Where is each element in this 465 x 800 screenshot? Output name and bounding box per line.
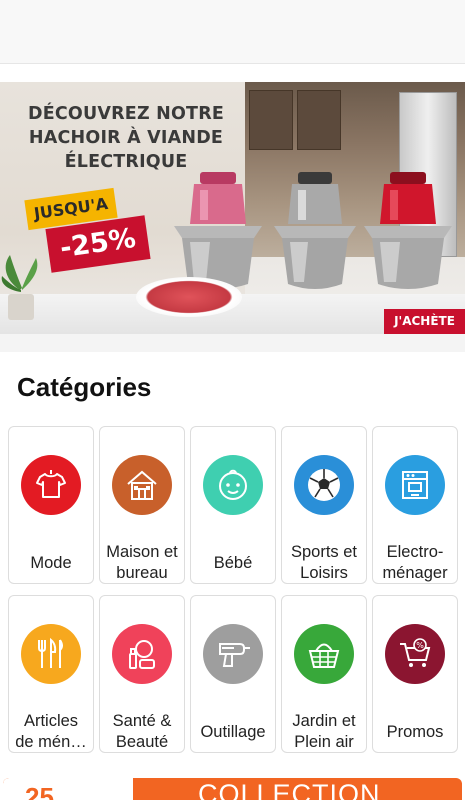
category-label: Santé & Beauté — [100, 711, 184, 753]
kitchen-cabinet — [249, 90, 293, 150]
house-icon — [112, 455, 172, 515]
category-tile-bebe[interactable]: Bébé — [190, 426, 276, 584]
category-label-line1: Sports et — [290, 543, 358, 561]
category-label-line1: Jardin et — [292, 712, 356, 730]
plant-image — [1, 255, 38, 320]
category-label-line1: Maison et — [106, 543, 178, 561]
red-mincer-image — [364, 172, 452, 289]
category-label-line1: Santé & — [112, 712, 172, 730]
basket-icon — [294, 624, 354, 684]
collection-promo-banner[interactable]: 25 COLLECTION — [3, 778, 462, 800]
tshirt-icon — [21, 455, 81, 515]
category-label: Bébé — [213, 554, 253, 572]
category-label-line2: de mén… — [15, 733, 87, 751]
banner-headline-line3: ÉLECTRIQUE — [64, 152, 188, 172]
beauty-icon — [112, 624, 172, 684]
promo-strip-title: COLLECTION — [198, 779, 381, 800]
promo-strip-badge — [3, 778, 133, 800]
spacer — [0, 65, 465, 82]
category-tile-promos[interactable]: % Promos — [372, 595, 458, 753]
category-label: Maison et bureau — [100, 542, 184, 584]
banner-headline-line2: HACHOIR À VIANDE — [28, 128, 224, 148]
category-label: Mode — [30, 554, 72, 572]
category-label: Promos — [386, 723, 444, 741]
baby-face-icon — [203, 455, 263, 515]
promo-strip-number: 25 — [25, 782, 54, 800]
category-label: Jardin et Plein air — [282, 711, 366, 753]
category-label-line2: Plein air — [294, 733, 354, 751]
category-label: Articles de mén… — [9, 711, 93, 753]
category-label-line2: Loisirs — [300, 564, 348, 582]
category-label-line2: ménager — [382, 564, 448, 582]
category-label-line2: Beauté — [115, 733, 169, 751]
minced-meat-image — [136, 277, 242, 317]
category-tile-maison[interactable]: Maison et bureau — [99, 426, 185, 584]
category-tile-sports[interactable]: Sports et Loisirs — [281, 426, 367, 584]
drill-icon — [203, 624, 263, 684]
category-label: Electro- ménager — [373, 542, 457, 584]
app-top-bar — [0, 0, 465, 64]
hero-banner[interactable]: DÉCOUVREZ NOTRE HACHOIR À VIANDE ÉLECTRI… — [0, 82, 465, 334]
svg-text:%: % — [416, 641, 424, 650]
categories-title: Catégories — [17, 372, 152, 402]
category-tile-sante-beaute[interactable]: Santé & Beauté — [99, 595, 185, 753]
category-tile-electromenager[interactable]: Electro- ménager — [372, 426, 458, 584]
section-divider — [0, 334, 465, 352]
category-tile-outillage[interactable]: Outillage — [190, 595, 276, 753]
soccer-ball-icon — [294, 455, 354, 515]
category-label: Outillage — [200, 723, 266, 741]
kitchen-cabinet — [297, 90, 341, 150]
utensils-icon — [21, 624, 81, 684]
appliance-icon — [385, 455, 445, 515]
category-tile-jardin[interactable]: Jardin et Plein air — [281, 595, 367, 753]
category-tile-mode[interactable]: Mode — [8, 426, 94, 584]
category-label-line1: Articles — [23, 712, 79, 730]
category-label-line2: bureau — [116, 564, 168, 582]
silver-mincer-image — [274, 172, 356, 289]
category-tile-articles-menage[interactable]: Articles de mén… — [8, 595, 94, 753]
banner-headline: DÉCOUVREZ NOTRE HACHOIR À VIANDE ÉLECTRI… — [10, 102, 242, 174]
category-label: Sports et Loisirs — [282, 542, 366, 584]
promo-cart-icon: % — [385, 624, 445, 684]
banner-headline-line1: DÉCOUVREZ NOTRE — [27, 104, 225, 124]
category-label-line1: Electro- — [386, 543, 444, 561]
buy-now-button[interactable]: J'ACHÈTE — [384, 309, 465, 334]
